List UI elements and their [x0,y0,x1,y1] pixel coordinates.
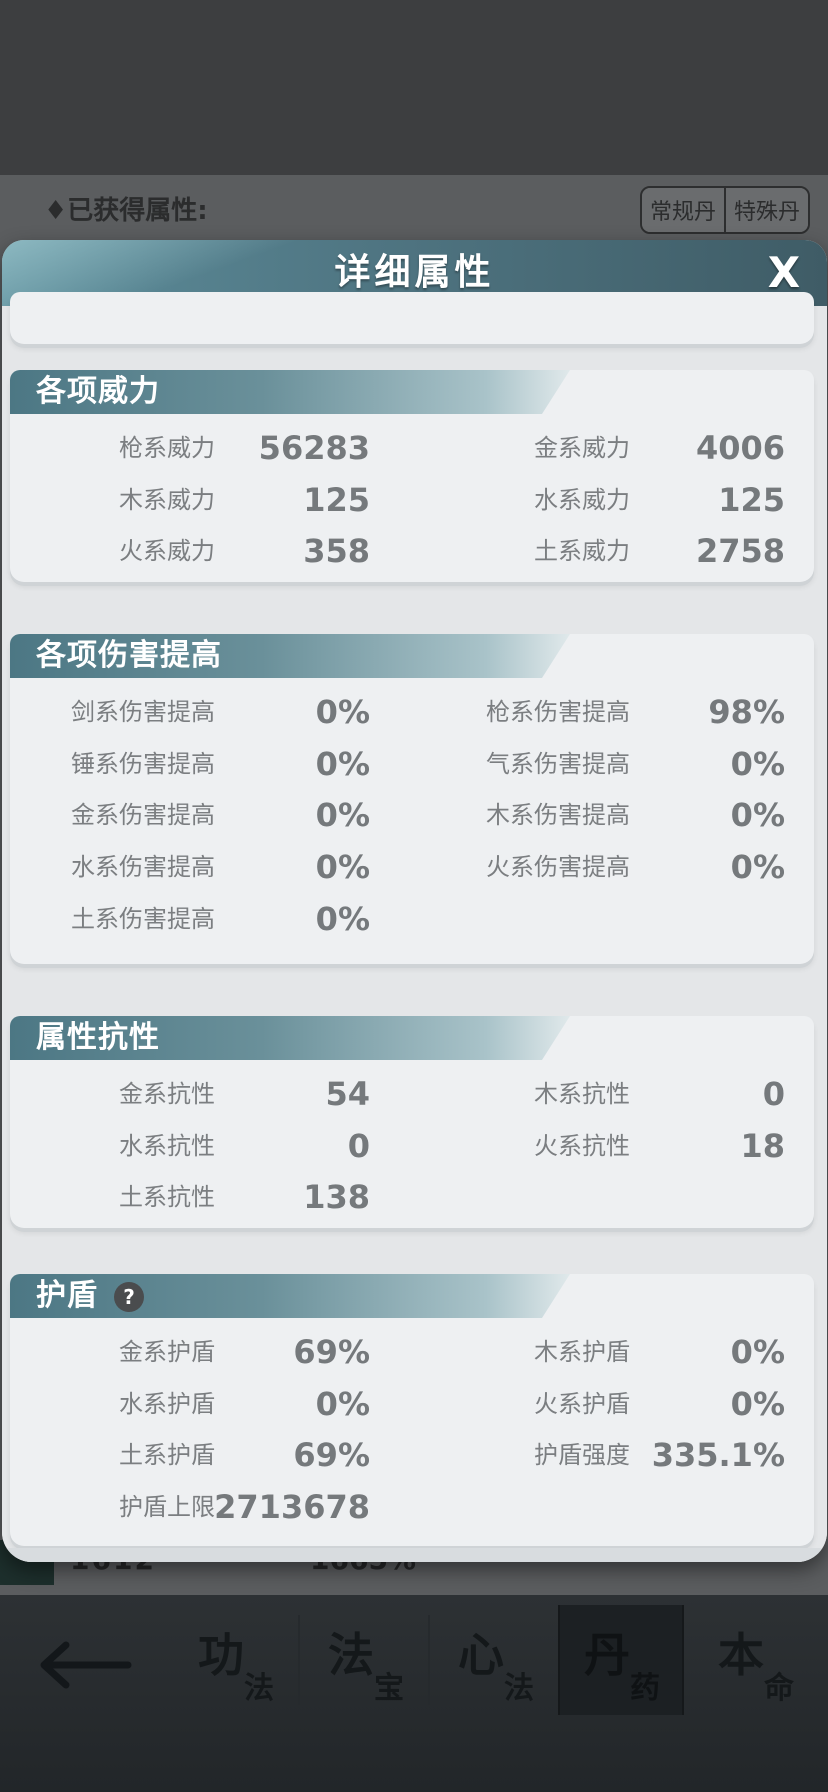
stat-value: 0% [730,1333,785,1371]
arrow-left-icon [40,1641,132,1689]
section-power: 各项威力 枪系威力 56283 金系威力 4006 木系威力 125 水系威力 … [10,370,814,582]
nav-tab-xinfa[interactable]: 心 法 [434,1605,560,1715]
nav-tab-glyph: 心 [458,1628,504,1682]
previous-section-card [10,292,814,344]
section-title: 属性抗性 [36,1020,160,1055]
nav-tab-subglyph: 法 [504,1671,534,1706]
section-title: 护盾 [36,1278,98,1313]
close-button[interactable]: X [759,248,809,298]
nav-tab-subglyph: 法 [244,1671,274,1706]
nav-tab-fabao[interactable]: 法 宝 [304,1605,430,1715]
nav-tab-benming[interactable]: 本 命 [694,1605,820,1715]
segment-special-pill[interactable]: 特殊丹 [724,188,809,232]
nav-divider [428,1615,430,1705]
nav-divider [298,1615,300,1705]
nav-tab-glyph: 法 [328,1628,374,1682]
nav-tab-subglyph: 药 [630,1671,660,1706]
stat-value: 2758 [695,532,785,570]
nav-tab-subglyph: 宝 [374,1671,404,1706]
stat-value: 98% [708,693,785,731]
stat-value: 0% [730,848,785,886]
modal-bottom-edge [2,1548,827,1562]
background-heading: ♦已获得属性: [44,196,208,226]
stat-value: 4006 [695,429,785,467]
section-shield: 护盾 ? 金系护盾 69% 木系护盾 0% 水系护盾 0% 火系护盾 0% 土系… [10,1274,814,1546]
section-title: 各项伤害提高 [36,638,222,673]
question-mark-icon[interactable]: ? [114,1282,144,1312]
section-title: 各项威力 [36,374,160,409]
stat-value: 0% [730,796,785,834]
stat-value: 2713678 [214,1488,370,1526]
pill-type-segment: 常规丹 特殊丹 [640,186,811,234]
modal-scroll-content[interactable]: 各项威力 枪系威力 56283 金系威力 4006 木系威力 125 水系威力 … [2,292,827,1562]
nav-tab-danyao[interactable]: 丹 药 [558,1605,684,1715]
back-button[interactable] [36,1635,136,1695]
stat-value: 125 [718,481,785,519]
stat-value: 335.1% [651,1436,785,1474]
stat-value: 0% [730,745,785,783]
nav-tab-gongfa[interactable]: 功 法 [174,1605,300,1715]
nav-tab-subglyph: 命 [764,1671,794,1706]
segment-regular-pill[interactable]: 常规丹 [642,188,725,232]
stat-value: 0% [730,1385,785,1423]
section-damage-boost: 各项伤害提高 剑系伤害提高 0% 枪系伤害提高 98% 锤系伤害提高 0% 气系… [10,634,814,964]
nav-tab-glyph: 本 [718,1628,764,1682]
stat-value: 0% [315,900,370,938]
nav-tab-glyph: 丹 [584,1628,630,1682]
stat-value: 138 [303,1178,370,1216]
stat-value: 0 [762,1075,785,1113]
stat-value: 18 [740,1127,785,1165]
detail-attributes-modal: 详细属性 X 各项威力 枪系威力 56283 金系威力 4006 木系威力 12… [2,240,827,1562]
background-top [0,0,828,175]
section-resistance: 属性抗性 金系抗性 54 木系抗性 0 水系抗性 0 火系抗性 18 土系抗性 … [10,1016,814,1228]
nav-tab-glyph: 功 [198,1628,244,1682]
